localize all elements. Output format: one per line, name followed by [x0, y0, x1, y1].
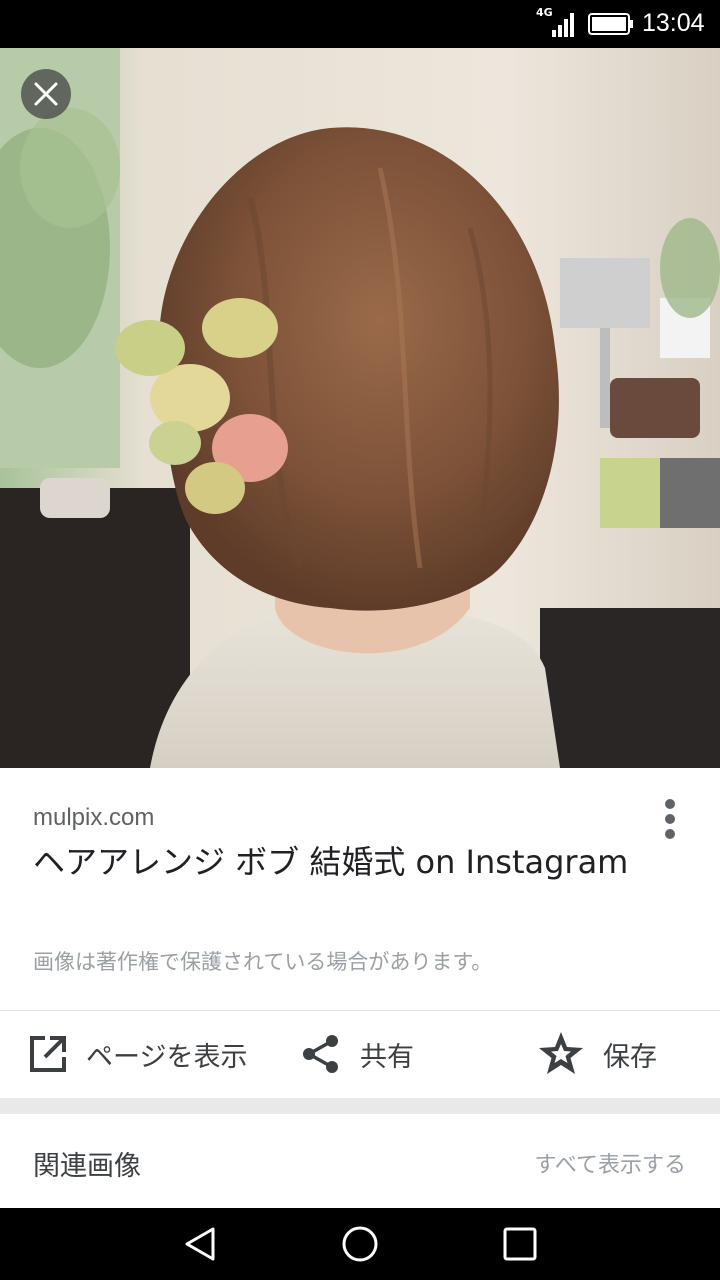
back-icon[interactable]	[180, 1224, 220, 1264]
save-label: 保存	[603, 1041, 657, 1073]
close-button[interactable]	[21, 69, 71, 119]
share-button[interactable]: 共有	[300, 1024, 414, 1084]
view-page-label: ページを表示	[86, 1041, 248, 1073]
save-button[interactable]: 保存	[537, 1024, 657, 1084]
signal-icon	[552, 13, 574, 37]
view-page-button[interactable]: ページを表示	[28, 1024, 247, 1084]
open-in-new-icon	[30, 1036, 66, 1072]
image-info-card: mulpix.com ヘアアレンジ ボブ 結婚式 on Instagram 画像…	[0, 768, 720, 1098]
status-time: 13:04	[642, 9, 705, 37]
copyright-notice: 画像は著作権で保護されている場合があります。	[33, 950, 493, 974]
related-images-card: 関連画像 すべて表示する	[0, 1114, 720, 1208]
close-icon	[34, 82, 58, 106]
see-all-link[interactable]: すべて表示する	[534, 1147, 686, 1179]
more-options-button[interactable]	[650, 794, 690, 842]
hair-photo-illustration	[0, 48, 720, 768]
home-icon[interactable]	[340, 1224, 380, 1264]
share-label: 共有	[360, 1041, 414, 1073]
star-save-icon	[539, 1032, 583, 1074]
image-viewer-screen: 4G 13:04 mulpix.com ヘアアレンジ ボブ 結婚式 on Ins…	[0, 0, 720, 1280]
image-title[interactable]: ヘアアレンジ ボブ 結婚式 on Instagram	[33, 838, 633, 886]
result-image[interactable]	[0, 48, 720, 768]
more-vert-icon	[665, 799, 675, 839]
source-domain[interactable]: mulpix.com	[33, 804, 154, 832]
recents-icon[interactable]	[500, 1224, 540, 1264]
system-nav-bar	[0, 1208, 720, 1280]
battery-icon	[588, 13, 633, 35]
status-bar: 4G 13:04	[0, 0, 720, 48]
divider	[0, 1010, 720, 1011]
share-icon	[303, 1035, 338, 1073]
related-images-title: 関連画像	[33, 1151, 141, 1182]
